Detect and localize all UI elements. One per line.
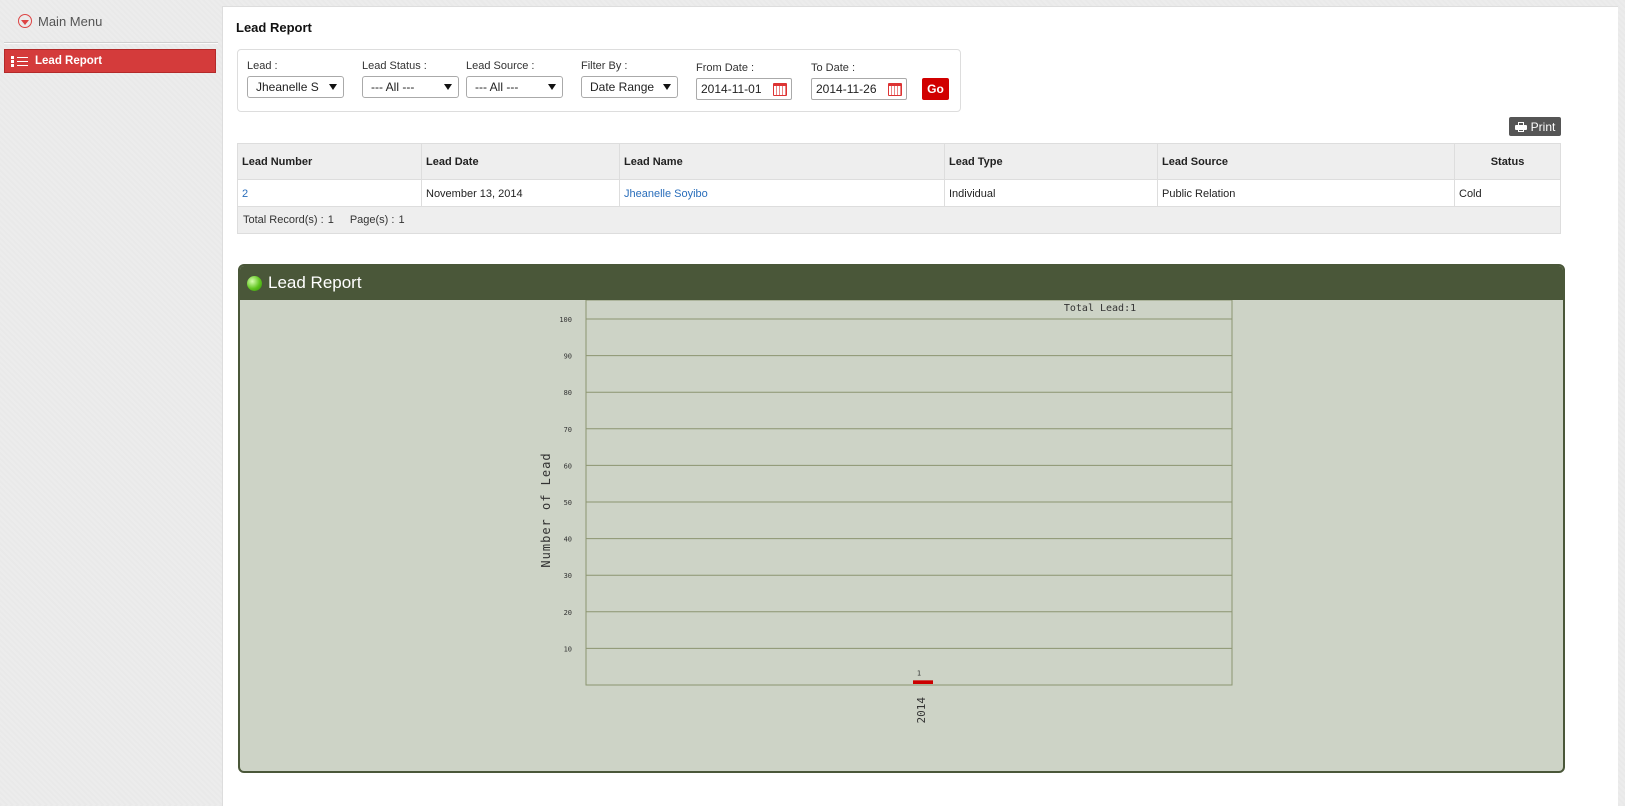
dropdown-arrow-icon <box>329 84 337 90</box>
col-status[interactable]: Status <box>1454 143 1561 180</box>
filter-by-label: Filter By : <box>581 60 628 72</box>
x-tick-label: 2014 <box>915 697 928 724</box>
calendar-icon[interactable] <box>773 82 787 96</box>
lead-bar-chart: 10 20 30 40 50 60 70 80 90 100 Total Lead:1 Number … <box>539 300 1233 724</box>
col-lead-type[interactable]: Lead Type <box>944 143 1158 180</box>
list-icon <box>11 55 28 68</box>
lead-status-cell: Cold <box>1454 179 1561 208</box>
lead-status-value: --- All --- <box>371 80 415 94</box>
filter-by-select[interactable]: Date Range <box>581 76 678 98</box>
y-tick-label: 20 <box>564 609 572 617</box>
page-title: Lead Report <box>236 20 312 35</box>
to-date-input[interactable]: 2014-11-26 <box>811 78 907 100</box>
lead-number-link[interactable]: 2 <box>237 179 422 208</box>
col-lead-name[interactable]: Lead Name <box>619 143 945 180</box>
lead-table: Lead Number Lead Date Lead Name Lead Typ… <box>237 143 1561 208</box>
calendar-icon[interactable] <box>888 82 902 96</box>
go-button[interactable]: Go <box>922 78 949 100</box>
lead-name-link[interactable]: Jheanelle Soyibo <box>619 179 945 208</box>
bar <box>913 680 933 684</box>
main-panel: Lead Report Lead : Jheanelle S Lead Stat… <box>222 6 1618 806</box>
y-tick-label: 50 <box>564 499 572 507</box>
y-tick-label: 80 <box>564 389 572 397</box>
plot-frame <box>585 300 1233 686</box>
from-date-value: 2014-11-01 <box>701 82 762 96</box>
y-tick-label: 90 <box>564 353 572 361</box>
table-header-row: Lead Number Lead Date Lead Name Lead Typ… <box>237 143 1561 180</box>
lead-status-label: Lead Status : <box>362 60 427 72</box>
y-tick-label: 30 <box>564 572 572 580</box>
y-tick-label: 10 <box>564 645 572 653</box>
y-tick-label: 40 <box>564 536 572 544</box>
col-lead-number[interactable]: Lead Number <box>237 143 422 180</box>
lead-filter-label: Lead : <box>247 60 278 72</box>
y-tick-label: 60 <box>564 462 572 470</box>
chart-panel: Lead Report 10 20 30 40 50 60 70 80 90 100 Total L… <box>238 264 1565 773</box>
to-date-value: 2014-11-26 <box>816 82 877 96</box>
status-dot-icon <box>247 275 262 291</box>
filter-form: Lead : Jheanelle S Lead Status : --- All… <box>237 49 961 112</box>
to-date-label: To Date : <box>811 62 856 74</box>
lead-source-cell: Public Relation <box>1157 179 1455 208</box>
table-row: 2 November 13, 2014 Jheanelle Soyibo Ind… <box>237 179 1561 208</box>
pages-label: Page(s) : <box>349 214 395 226</box>
chevron-down-icon <box>18 14 32 28</box>
lead-source-value: --- All --- <box>475 80 519 94</box>
dropdown-arrow-icon <box>444 84 452 90</box>
pages-count: 1 <box>398 214 405 226</box>
y-tick-label: 100 <box>559 316 572 324</box>
col-lead-source[interactable]: Lead Source <box>1157 143 1455 180</box>
from-date-input[interactable]: 2014-11-01 <box>696 78 792 100</box>
records-count: 1 <box>327 214 334 226</box>
main-menu-toggle[interactable]: Main Menu <box>18 10 102 32</box>
print-button[interactable]: Print <box>1509 117 1561 136</box>
lead-select-value: Jheanelle S <box>256 80 319 94</box>
sidebar: Main Menu Lead Report <box>0 0 222 805</box>
y-axis-label: Number of Lead <box>539 452 553 567</box>
bar-data-label: 1 <box>917 669 921 677</box>
lead-date-cell: November 13, 2014 <box>421 179 620 208</box>
y-tick-label: 70 <box>564 426 572 434</box>
lead-status-select[interactable]: --- All --- <box>362 76 459 98</box>
printer-icon <box>1514 121 1527 132</box>
col-lead-date[interactable]: Lead Date <box>421 143 620 180</box>
dropdown-arrow-icon <box>548 84 556 90</box>
table-footer: Total Record(s) : 1 Page(s) : 1 <box>237 206 1561 234</box>
lead-source-label: Lead Source : <box>466 60 535 72</box>
sidebar-divider <box>4 42 218 44</box>
lead-source-select[interactable]: --- All --- <box>466 76 563 98</box>
from-date-label: From Date : <box>696 62 755 74</box>
sidebar-item-lead-report[interactable]: Lead Report <box>4 49 216 73</box>
lead-select[interactable]: Jheanelle S <box>247 76 344 98</box>
chart-panel-title: Lead Report <box>268 273 362 292</box>
sidebar-item-label: Lead Report <box>35 55 103 67</box>
main-menu-label: Main Menu <box>38 13 103 29</box>
chart-annotation: Total Lead:1 <box>1064 303 1136 314</box>
dropdown-arrow-icon <box>663 84 671 90</box>
filter-by-value: Date Range <box>590 80 655 94</box>
records-label: Total Record(s) : <box>243 214 324 226</box>
print-label: Print <box>1530 119 1556 134</box>
lead-type-cell: Individual <box>944 179 1158 208</box>
chart-panel-header: Lead Report <box>240 266 1563 300</box>
